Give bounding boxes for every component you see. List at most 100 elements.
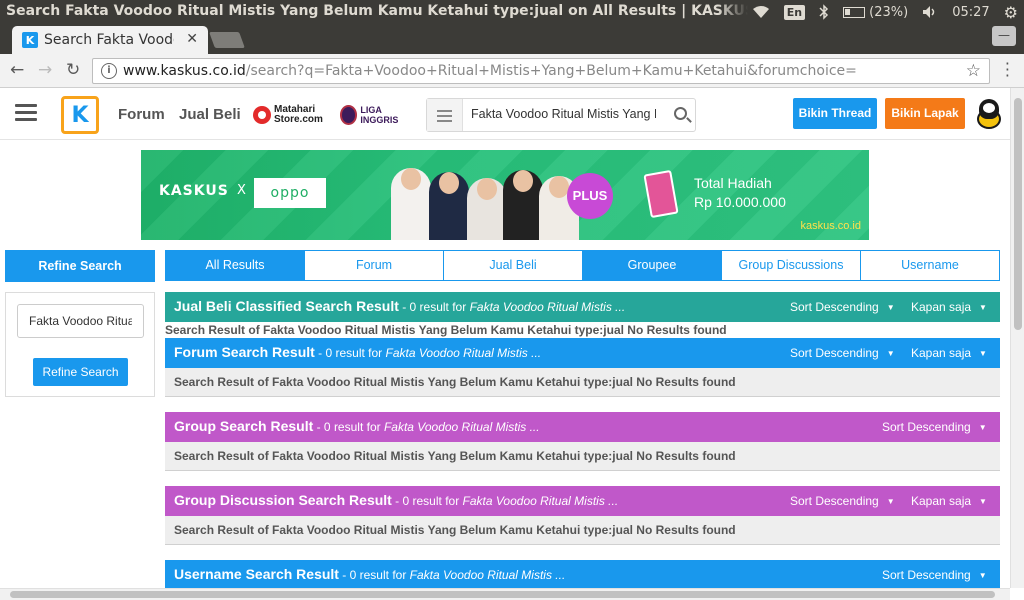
battery-percent: (23%) [869,4,909,20]
time-filter-label: Kapan saja [911,346,972,360]
chevron-down-icon: ▼ [979,349,987,359]
sort-label: Sort Descending [882,420,971,434]
liga-ball-icon [340,105,358,125]
battery-indicator[interactable]: (23%) [843,5,908,20]
url-host: www.kaskus.co.id [123,63,246,79]
banner-hadiah-title: Total Hadiah [694,175,772,191]
sort-label: Sort Descending [790,300,879,314]
refine-search-input[interactable] [17,304,144,338]
jual-beli-empty-message: Search Result of Fakta Voodoo Ritual Mis… [165,322,1000,338]
nav-jualbeli-link[interactable]: Jual Beli [179,106,241,123]
matahari-store-logo[interactable]: Matahari Store.com [253,105,323,125]
section-title: Jual Beli Classified Search Result - 0 r… [174,298,625,314]
banner-x: X [237,183,246,198]
hamburger-icon[interactable] [15,104,37,125]
tab-forum[interactable]: Forum [305,251,444,280]
chevron-down-icon: ▼ [886,303,895,313]
horizontal-scroll-thumb[interactable] [10,591,995,598]
tab-username[interactable]: Username [861,251,999,280]
star-icon[interactable]: ☆ [966,61,981,81]
section-title-text: Forum Search Result [174,344,315,360]
site-header: K Forum Jual Beli Matahari Store.com LIG… [0,88,1010,140]
banner-kaskus-logo: KASKUS [159,183,229,199]
chevron-down-icon: ▼ [978,571,987,581]
section-title-text: Jual Beli Classified Search Result [174,298,399,314]
refine-search-heading: Refine Search [5,250,155,282]
result-tabs: All Results Forum Jual Beli Groupee Grou… [165,250,1000,281]
sort-label: Sort Descending [790,494,879,508]
refine-search-panel: Refine Search [5,292,155,397]
site-search-box [426,98,696,132]
sort-dropdown[interactable]: Sort Descending ▼ [882,568,987,582]
keyboard-language-indicator[interactable]: En [783,4,806,20]
reload-icon[interactable]: ↻ [66,60,80,80]
nav-forum-link[interactable]: Forum [118,106,165,123]
browser-menu-icon[interactable]: · · · [1005,56,1010,84]
section-title-text: Group Discussion Search Result [174,492,392,508]
tab-jual-beli[interactable]: Jual Beli [444,251,583,280]
forward-arrow-icon[interactable]: → [38,60,52,80]
tab-group-discussions[interactable]: Group Discussions [722,251,861,280]
browser-tab-strip: K Search Fakta Voodoo ✕ — [0,24,1024,54]
user-avatar[interactable] [975,99,1003,129]
promo-banner[interactable]: KASKUS X oppo PLUS Total Hadiah Rp 10.00… [141,150,869,240]
site-search-input[interactable] [471,107,656,121]
time-filter-dropdown[interactable]: Kapan saja ▼ [911,346,987,360]
section-subtitle: - 0 result for [313,420,384,434]
search-category-menu-icon[interactable] [427,99,463,131]
username-result-header: Username Search Result - 0 result for Fa… [165,560,1000,588]
tab-all-results[interactable]: All Results [166,251,305,280]
new-tab-button[interactable] [209,32,245,48]
bikin-thread-button[interactable]: Bikin Thread [793,98,877,129]
volume-icon[interactable] [922,5,938,19]
sort-dropdown[interactable]: Sort Descending ▼ [882,420,987,434]
sort-dropdown[interactable]: Sort Descending ▼ [790,494,895,508]
window-title: Search Fakta Voodoo Ritual Mistis Yang B… [6,3,748,19]
matahari-line-2: Store.com [274,114,323,125]
tab-groupee[interactable]: Groupee [583,251,722,280]
refine-search-button[interactable]: Refine Search [33,358,128,386]
window-minimize-button[interactable]: — [992,26,1016,46]
sort-dropdown[interactable]: Sort Descending ▼ [790,300,895,314]
close-tab-icon[interactable]: ✕ [186,31,198,47]
system-tray: En (23%) 05:27 ⚙ [752,0,1024,24]
bikin-lapak-button[interactable]: Bikin Lapak [885,98,965,129]
liga-inggris-logo[interactable]: LIGA INGGRIS [340,104,412,126]
vertical-scrollbar[interactable] [1010,88,1024,588]
matahari-logo-icon [253,106,271,124]
browser-toolbar: ← → ↻ i www.kaskus.co.id/search?q=Fakta+… [0,54,1024,88]
time-filter-dropdown[interactable]: Kapan saja ▼ [911,300,987,314]
section-query: Fakta Voodoo Ritual Mistis ... [462,494,619,508]
search-icon[interactable] [674,107,687,120]
address-bar[interactable]: i www.kaskus.co.id/search?q=Fakta+Voodoo… [92,58,990,84]
time-filter-dropdown[interactable]: Kapan saja ▼ [911,494,987,508]
forum-empty-message: Search Result of Fakta Voodoo Ritual Mis… [165,368,1000,397]
vertical-scroll-thumb[interactable] [1014,98,1022,330]
url-text[interactable]: www.kaskus.co.id/search?q=Fakta+Voodoo+R… [123,63,963,79]
banner-plus-badge: PLUS [567,173,613,219]
section-subtitle: - 0 result for [338,568,410,582]
kaskus-favicon-icon: K [22,32,38,48]
kaskus-logo[interactable]: K [61,96,99,134]
clock[interactable]: 05:27 [952,5,989,20]
os-title-bar: Search Fakta Voodoo Ritual Mistis Yang B… [0,0,1024,24]
section-subtitle: - 0 result for [398,300,470,314]
section-query: Fakta Voodoo Ritual Mistis ... [469,300,626,314]
gear-icon[interactable]: ⚙ [1004,3,1018,22]
chevron-down-icon: ▼ [886,349,895,359]
sort-dropdown[interactable]: Sort Descending ▼ [790,346,895,360]
tab-title: Search Fakta Voodoo [44,32,174,48]
bluetooth-icon[interactable] [819,4,829,20]
group-discussion-empty-message: Search Result of Fakta Voodoo Ritual Mis… [165,516,1000,545]
info-icon[interactable]: i [101,63,117,79]
group-discussion-result-header: Group Discussion Search Result - 0 resul… [165,486,1000,516]
chevron-down-icon: ▼ [978,423,987,433]
forum-result-header: Forum Search Result - 0 result for Fakta… [165,338,1000,368]
back-arrow-icon[interactable]: ← [10,60,24,80]
wifi-icon[interactable] [752,5,770,19]
sort-label: Sort Descending [882,568,971,582]
browser-tab[interactable]: K Search Fakta Voodoo ✕ [12,26,208,54]
chevron-down-icon: ▼ [979,497,987,507]
section-subtitle: - 0 result for [391,494,463,508]
horizontal-scrollbar[interactable] [0,588,1010,600]
